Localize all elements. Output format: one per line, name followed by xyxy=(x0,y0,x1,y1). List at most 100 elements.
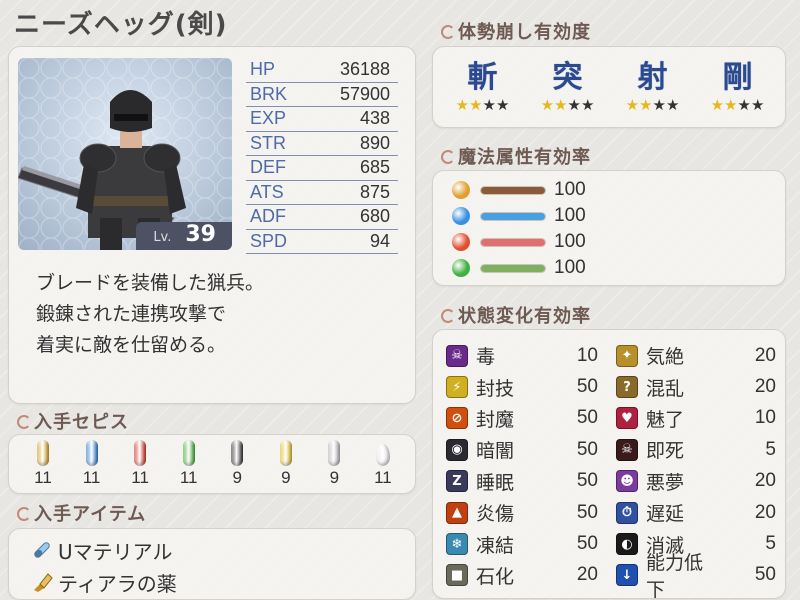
item-name: Uマテリアル xyxy=(58,539,173,564)
item-row[interactable]: ティアラの薬 xyxy=(30,566,177,598)
water-icon xyxy=(452,207,470,225)
break-section-title: 体勢崩し有効度 xyxy=(440,18,591,44)
status-row: ✦ 気絶 20 xyxy=(616,340,786,371)
sepith-item: 11 xyxy=(119,440,161,488)
description-line: ブレードを装備した猟兵。 xyxy=(36,272,265,294)
description-line: 鍛錬された連携攻撃で xyxy=(36,303,227,325)
break-item: 剛 ★ ★ ★ ★ xyxy=(698,52,778,126)
material-icon xyxy=(30,538,54,562)
sepith-item: 11 xyxy=(22,440,64,488)
stat-row-brk: BRK 57900 xyxy=(246,83,398,107)
star-rating: ★ ★ ★ ★ xyxy=(541,98,595,113)
stat-key: HP xyxy=(250,59,276,80)
poison-icon: ☠ xyxy=(446,344,468,367)
stat-key: DEF xyxy=(250,157,286,178)
stat-value: 94 xyxy=(369,230,390,251)
space-sepith-icon xyxy=(279,440,292,466)
earth-sepith-icon xyxy=(37,440,49,466)
break-item: 突 ★ ★ ★ ★ xyxy=(528,52,608,126)
sepith-item: 11 xyxy=(168,440,210,488)
status-row: ☠ 毒 10 xyxy=(446,340,616,371)
status-name: 封魔 xyxy=(476,408,515,431)
sepith-count: 11 xyxy=(82,468,101,487)
status-name: 気絶 xyxy=(646,346,685,369)
mirage-sepith-icon xyxy=(328,440,341,466)
star-icon: ★ xyxy=(625,96,640,114)
magic-value: 100 xyxy=(554,257,586,278)
stat-key: ATS xyxy=(250,181,284,202)
effectiveness-bar xyxy=(480,211,546,221)
stat-row-hp: HP 36188 xyxy=(246,58,398,83)
delay-icon: ⏱ xyxy=(616,501,638,524)
earth-icon xyxy=(452,181,470,199)
status-name: 凍結 xyxy=(476,534,515,557)
star-icon: ★ xyxy=(710,96,725,114)
status-value: 50 xyxy=(576,533,598,555)
status-value: 50 xyxy=(576,501,598,523)
confusion-icon: ? xyxy=(616,376,638,399)
magic-row: 100 xyxy=(452,177,586,203)
status-name: 石化 xyxy=(476,565,515,588)
status-row: ⊘ 封魔 50 xyxy=(446,403,616,434)
status-value: 5 xyxy=(765,533,776,555)
star-icon: ★ xyxy=(737,96,751,114)
star-icon: ★ xyxy=(554,96,568,114)
sepith-count: 9 xyxy=(329,468,340,487)
seal-magic-icon: ⊘ xyxy=(446,407,468,430)
status-value: 50 xyxy=(576,407,598,429)
break-item: 斬 ★ ★ ★ ★ xyxy=(443,52,523,126)
wind-sepith-icon xyxy=(182,440,195,466)
water-sepith-icon xyxy=(85,440,98,466)
sepis-row: 11 11 11 11 9 9 9 11 xyxy=(16,440,410,488)
fire-icon xyxy=(452,233,470,251)
stat-value: 890 xyxy=(359,132,390,153)
star-icon: ★ xyxy=(639,96,653,114)
star-icon: ★ xyxy=(495,96,510,114)
status-name: 暗闇 xyxy=(476,440,515,463)
status-name: 混乱 xyxy=(646,377,685,400)
status-value: 20 xyxy=(754,501,776,523)
sepith-item: 11 xyxy=(71,440,113,488)
magic-value: 100 xyxy=(554,231,586,252)
magic-row: 100 xyxy=(452,255,586,281)
stat-key: STR xyxy=(250,132,286,153)
stat-down-icon: ↓ xyxy=(616,564,638,587)
stat-key: EXP xyxy=(250,108,287,129)
status-value: 20 xyxy=(754,344,776,366)
status-row: ↓ 能力低下 50 xyxy=(616,552,786,600)
magic-section-title: 魔法属性有効率 xyxy=(440,143,591,169)
petrify-icon: ■ xyxy=(446,564,468,587)
level-badge: Lv. 39 xyxy=(136,222,232,250)
fire-sepith-icon xyxy=(134,440,147,466)
charm-icon: ♥ xyxy=(616,407,638,430)
stat-row-def: DEF 685 xyxy=(246,156,398,181)
status-row: ■ 石化 20 xyxy=(446,560,616,591)
break-type-label: 斬 xyxy=(467,60,498,95)
status-row: ? 混乱 20 xyxy=(616,371,786,402)
status-row: ⏱ 遅延 20 xyxy=(616,497,786,528)
swirl-icon xyxy=(440,307,455,323)
star-icon: ★ xyxy=(724,96,738,114)
status-row: ☠ 即死 5 xyxy=(616,434,786,465)
stat-row-exp: EXP 438 xyxy=(246,107,398,132)
status-name: 悪夢 xyxy=(646,471,685,494)
time-sepith-icon xyxy=(231,440,244,466)
status-grid: ☠ 毒 10 ✦ 気絶 20 ⚡ 封技 50? 混乱 20 ⊘ 封魔 50 ♥ 魅了 10 ◉ 暗闇 50 ☠ 即死 5 Z 睡… xyxy=(446,340,786,600)
seal-skill-icon: ⚡ xyxy=(446,376,468,399)
star-icon: ★ xyxy=(665,96,680,114)
stat-value: 875 xyxy=(359,181,390,202)
magic-value: 100 xyxy=(554,179,586,200)
status-value: 50 xyxy=(576,376,598,398)
magic-row: 100 xyxy=(452,229,586,255)
character-portrait: Lv. 39 xyxy=(18,58,232,250)
status-row: ❄ 凍結 50 xyxy=(446,528,616,559)
item-row[interactable]: Uマテリアル xyxy=(30,534,177,566)
effectiveness-bar xyxy=(480,263,546,273)
star-icon: ★ xyxy=(567,96,581,114)
nightmare-icon: ☻ xyxy=(616,470,638,493)
status-value: 10 xyxy=(576,344,598,366)
swirl-icon xyxy=(440,23,455,39)
blind-icon: ◉ xyxy=(446,438,468,461)
swirl-icon xyxy=(16,413,31,429)
sleep-icon: Z xyxy=(446,470,468,493)
